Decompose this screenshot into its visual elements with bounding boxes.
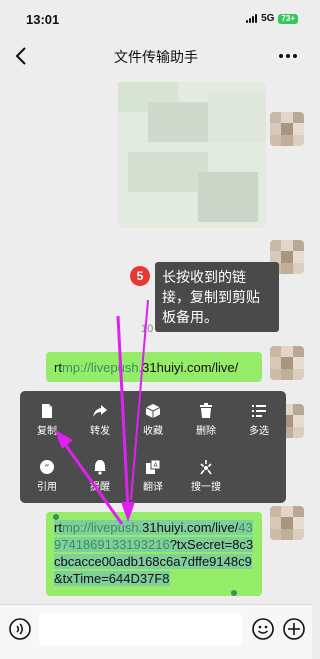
more-icon[interactable]: [276, 44, 300, 68]
search-one-icon: [200, 460, 212, 475]
nav-bar: 文件传输助手: [0, 38, 312, 76]
avatar[interactable]: [270, 506, 304, 540]
link-text[interactable]: mp://livepush.: [61, 520, 143, 535]
selection-handle-start[interactable]: [53, 514, 59, 520]
link-message[interactable]: rtmp://livepush.31huiyi.com/live/: [46, 352, 262, 382]
menu-label: 翻译: [143, 482, 163, 493]
menu-label: 删除: [196, 426, 216, 437]
link-rest: 31huiyi.com/live/: [142, 360, 239, 375]
translate-icon: A: [146, 459, 161, 474]
network-label: 5G: [261, 13, 275, 24]
blurred-message[interactable]: [118, 82, 266, 228]
menu-label: 提醒: [90, 482, 110, 493]
link-part: 31huiyi.com/live/: [142, 520, 239, 535]
page-title: 文件传输助手: [114, 49, 198, 65]
status-right: 5G 73+: [246, 13, 298, 24]
menu-item-quote[interactable]: “ 引用: [21, 455, 73, 499]
context-menu: 复制 转发 收藏 删除 多选 “ 引用 提醒 A 翻译 搜一搜: [20, 391, 286, 503]
menu-item-copy[interactable]: 复制: [21, 399, 73, 443]
status-bar: 13:01 5G 73+: [0, 0, 312, 38]
delete-icon: [200, 403, 212, 418]
favorite-icon: [145, 404, 161, 418]
multi-select-icon: [252, 405, 266, 417]
emoji-icon[interactable]: [251, 617, 275, 641]
battery-icon: 73+: [278, 13, 298, 24]
status-time: 13:01: [26, 12, 60, 27]
menu-label: 多选: [249, 426, 269, 437]
instruction-tooltip: 长按收到的链接，复制到剪贴板备用。: [155, 262, 279, 332]
menu-item-favorite[interactable]: 收藏: [127, 399, 179, 443]
step-badge: 5: [130, 266, 150, 286]
avatar[interactable]: [270, 346, 304, 380]
menu-label: 搜一搜: [191, 482, 221, 493]
menu-label: 转发: [90, 426, 110, 437]
voice-icon[interactable]: [8, 617, 32, 641]
menu-label: 复制: [37, 426, 57, 437]
avatar[interactable]: [270, 112, 304, 146]
menu-item-remind[interactable]: 提醒: [74, 455, 126, 499]
quote-icon: “: [40, 460, 54, 474]
link-prefix: rt: [54, 360, 62, 375]
link-text[interactable]: mp://livepush.: [62, 360, 142, 375]
menu-label: 收藏: [143, 426, 163, 437]
link-prefix: rt: [54, 520, 62, 535]
svg-text:“: “: [44, 463, 49, 474]
menu-item-multi-select[interactable]: 多选: [233, 399, 285, 443]
menu-item-forward[interactable]: 转发: [74, 399, 126, 443]
message-input[interactable]: [39, 613, 242, 645]
forward-icon: [93, 405, 107, 417]
selected-link-message[interactable]: rtmp://livepush.31huiyi.com/live/4397418…: [46, 512, 262, 596]
menu-item-search[interactable]: 搜一搜: [180, 455, 232, 499]
message-time: 10: [141, 323, 154, 335]
menu-label: 引用: [37, 482, 57, 493]
menu-item-translate[interactable]: A 翻译: [127, 455, 179, 499]
input-bar: [0, 604, 312, 659]
plus-icon[interactable]: [282, 617, 306, 641]
selection-handle-end[interactable]: [231, 590, 237, 596]
copy-icon: [42, 404, 52, 418]
signal-icon: [246, 14, 258, 23]
remind-icon: [94, 460, 106, 475]
menu-item-delete[interactable]: 删除: [180, 399, 232, 443]
